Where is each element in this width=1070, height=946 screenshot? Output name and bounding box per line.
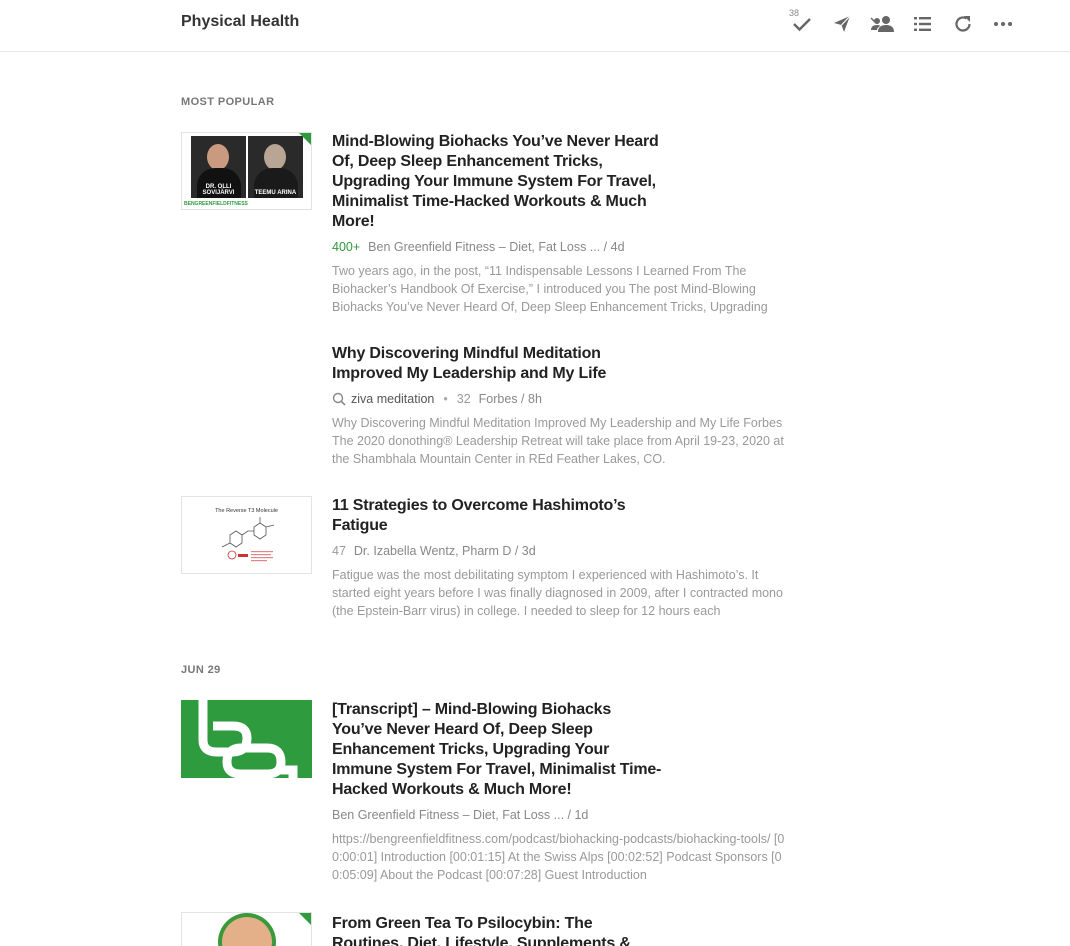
entry-source[interactable]: Ben Greenfield Fitness – Diet, Fat Loss …: [332, 807, 588, 823]
entry-thumbnail[interactable]: [181, 912, 312, 946]
entry-meta: Ben Greenfield Fitness – Diet, Fat Loss …: [332, 807, 792, 823]
entry-card[interactable]: Why Discovering Mindful Meditation Impro…: [181, 344, 801, 484]
entry-source[interactable]: Forbes / 8h: [479, 391, 542, 407]
entry-thumbnail[interactable]: The Reverse T3 Molecule: [181, 496, 312, 574]
corner-badge: [299, 913, 311, 925]
entry-source[interactable]: Ben Greenfield Fitness – Diet, Fat Loss …: [368, 239, 624, 255]
entry-thumbnail[interactable]: [181, 700, 312, 778]
refresh-button[interactable]: [951, 12, 975, 36]
mark-as-read-button[interactable]: [790, 12, 814, 36]
list-view-button[interactable]: [911, 12, 935, 36]
corner-badge: [299, 133, 311, 145]
entry-meta: 47 Dr. Izabella Wentz, Pharm D / 3d: [332, 543, 792, 559]
entry-thumbnail[interactable]: DR. OLLI SOVIJÄRVI TEEMU ARINA BENGREENF…: [181, 132, 312, 210]
entry-meta: 400+ Ben Greenfield Fitness – Diet, Fat …: [332, 239, 792, 255]
separator: •: [443, 392, 448, 406]
entry-card[interactable]: The Reverse T3 Molecule 11 Strategies to…: [181, 496, 801, 626]
top-bar: Physical Health 38: [0, 0, 1070, 52]
molecule-diagram: [221, 517, 275, 562]
mark-read-icon: [793, 18, 811, 32]
entry-title[interactable]: From Green Tea To Psilocybin: The Routin…: [332, 914, 662, 946]
share-icon: [834, 15, 851, 32]
entry-card[interactable]: [Transcript] – Mind-Blowing Biohacks You…: [181, 700, 801, 890]
entry-card[interactable]: From Green Tea To Psilocybin: The Routin…: [181, 912, 801, 946]
entry-card[interactable]: DR. OLLI SOVIJÄRVI TEEMU ARINA BENGREENF…: [181, 132, 801, 322]
entry-title[interactable]: 11 Strategies to Overcome Hashimoto’s Fa…: [332, 496, 662, 536]
guest-photo: DR. OLLI SOVIJÄRVI: [191, 136, 246, 198]
list-view-icon: [914, 17, 931, 31]
team-button[interactable]: [869, 12, 897, 36]
search-icon: [332, 392, 346, 406]
entry-title[interactable]: Mind-Blowing Biohacks You’ve Never Heard…: [332, 132, 662, 232]
more-options-button[interactable]: [991, 12, 1015, 36]
guest-photo: TEEMU ARINA: [248, 136, 303, 198]
entry-title[interactable]: Why Discovering Mindful Meditation Impro…: [332, 344, 662, 384]
more-icon: [994, 22, 1012, 26]
entry-summary: Fatigue was the most debilitating sympto…: [332, 568, 783, 618]
popularity-count: 400+: [332, 240, 361, 254]
entry-title[interactable]: [Transcript] – Mind-Blowing Biohacks You…: [332, 700, 662, 800]
entry-source[interactable]: Dr. Izabella Wentz, Pharm D / 3d: [354, 543, 536, 559]
page-title: Physical Health: [181, 13, 300, 30]
refresh-icon: [955, 16, 971, 32]
entry-count: 32: [456, 392, 471, 406]
entry-meta: ziva meditation • 32 Forbes / 8h: [332, 391, 792, 407]
brand-strip: BENGREENFIELDFITNESS: [184, 201, 248, 207]
entry-summary: https://bengreenfieldfitness.com/podcast…: [332, 832, 785, 882]
section-most-popular: MOST POPULAR: [181, 96, 275, 108]
entry-summary: Why Discovering Mindful Meditation Impro…: [332, 416, 784, 466]
entry-count: 47: [332, 544, 346, 558]
section-date-group: JUN 29: [181, 664, 221, 676]
bgf-logo-icon: [198, 700, 298, 778]
search-query[interactable]: ziva meditation: [332, 391, 434, 407]
entry-summary: Two years ago, in the post, “11 Indispen…: [332, 264, 768, 314]
team-icon: [870, 16, 894, 32]
share-button[interactable]: [830, 12, 854, 36]
